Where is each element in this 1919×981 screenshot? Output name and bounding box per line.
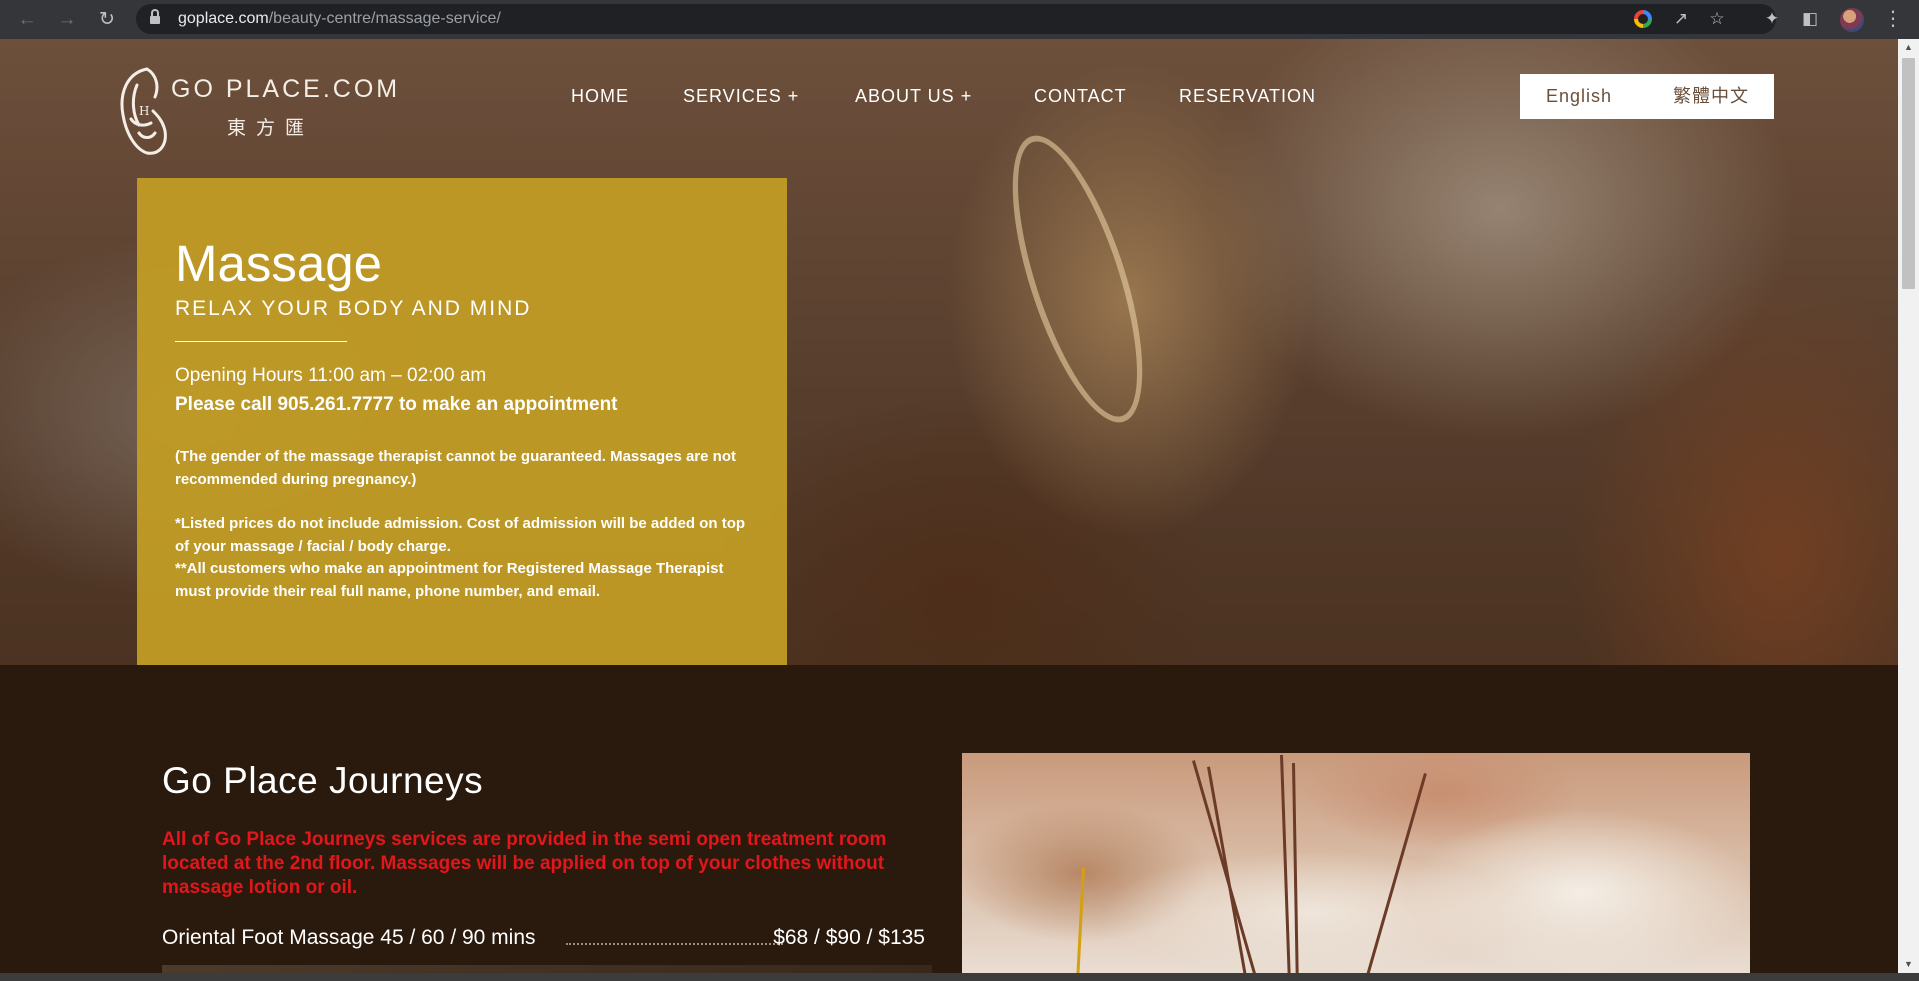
hero-banner: H GO PLACE.COM 東方匯 HOME SERVICES + ABOUT… bbox=[0, 39, 1898, 665]
page-title: Massage bbox=[175, 235, 382, 292]
lang-english[interactable]: English bbox=[1546, 74, 1612, 119]
back-arrow-icon[interactable]: ← bbox=[14, 7, 40, 33]
page-subtitle: RELAX YOUR BODY AND MIND bbox=[175, 297, 532, 320]
logo-text: GO PLACE.COM bbox=[171, 75, 401, 103]
admission-note: *Listed prices do not include admission.… bbox=[175, 515, 746, 555]
journeys-section: Go Place Journeys All of Go Place Journe… bbox=[0, 665, 1898, 973]
section-title: Go Place Journeys bbox=[162, 760, 484, 801]
divider bbox=[175, 341, 347, 342]
page-scrollbar[interactable]: ▲ ▼ bbox=[1898, 39, 1919, 973]
horizontal-scrollbar bbox=[0, 973, 1919, 981]
journeys-alert: All of Go Place Journeys services are pr… bbox=[162, 829, 887, 898]
google-lens-icon[interactable] bbox=[1632, 8, 1654, 30]
svg-text:H: H bbox=[139, 104, 149, 118]
avatar[interactable] bbox=[1840, 8, 1864, 32]
rmt-note: **All customers who make an appointment … bbox=[175, 560, 724, 600]
nav-services[interactable]: SERVICES + bbox=[683, 85, 799, 107]
service-price: $68 / $90 / $135 bbox=[773, 926, 925, 949]
opening-hours: Opening Hours 11:00 am – 02:00 am bbox=[175, 365, 487, 386]
scroll-up-icon[interactable]: ▲ bbox=[1898, 39, 1919, 56]
nav-home[interactable]: HOME bbox=[571, 85, 629, 107]
star-icon[interactable]: ☆ bbox=[1706, 8, 1728, 30]
lock-icon[interactable] bbox=[150, 9, 160, 25]
nav-reservation[interactable]: RESERVATION bbox=[1179, 85, 1316, 107]
share-icon[interactable]: ↗ bbox=[1670, 8, 1692, 30]
reload-icon[interactable]: ↻ bbox=[94, 7, 120, 33]
browser-toolbar: ← → ↻ goplace.com/beauty-centre/massage-… bbox=[0, 0, 1919, 39]
logo-chinese-text: 東方匯 bbox=[227, 117, 315, 139]
massage-info-card: Massage RELAX YOUR BODY AND MIND Opening… bbox=[137, 178, 787, 665]
gender-note: (The gender of the massage therapist can… bbox=[175, 448, 736, 488]
logo-face-icon: H bbox=[120, 67, 167, 155]
dot-leader bbox=[566, 943, 783, 945]
puzzle-icon[interactable]: ✦ bbox=[1759, 6, 1785, 32]
service-name: Oriental Foot Massage 45 / 60 / 90 mins bbox=[162, 926, 536, 949]
nav-contact[interactable]: CONTACT bbox=[1034, 85, 1127, 107]
scroll-thumb[interactable] bbox=[1902, 58, 1915, 289]
address-bar[interactable]: goplace.com/beauty-centre/massage-servic… bbox=[136, 4, 1776, 34]
side-panel-icon[interactable]: ◧ bbox=[1797, 6, 1823, 32]
forward-arrow-icon[interactable]: → bbox=[54, 7, 80, 33]
service-row: Oriental Foot Massage 45 / 60 / 90 mins … bbox=[162, 925, 925, 951]
site-logo[interactable]: H GO PLACE.COM 東方匯 bbox=[117, 65, 397, 157]
lang-traditional-chinese[interactable]: 繁體中文 bbox=[1673, 74, 1749, 119]
scroll-down-icon[interactable]: ▼ bbox=[1898, 956, 1919, 973]
url-text[interactable]: goplace.com/beauty-centre/massage-servic… bbox=[178, 4, 501, 34]
kebab-menu-icon[interactable]: ⋮ bbox=[1880, 6, 1906, 32]
next-service-row-partial bbox=[162, 965, 932, 973]
appointment-phone: Please call 905.261.7777 to make an appo… bbox=[175, 394, 618, 415]
incense-massage-photo bbox=[962, 753, 1750, 973]
nav-about-us[interactable]: ABOUT US + bbox=[855, 85, 972, 107]
language-switcher: English 繁體中文 bbox=[1520, 74, 1774, 119]
